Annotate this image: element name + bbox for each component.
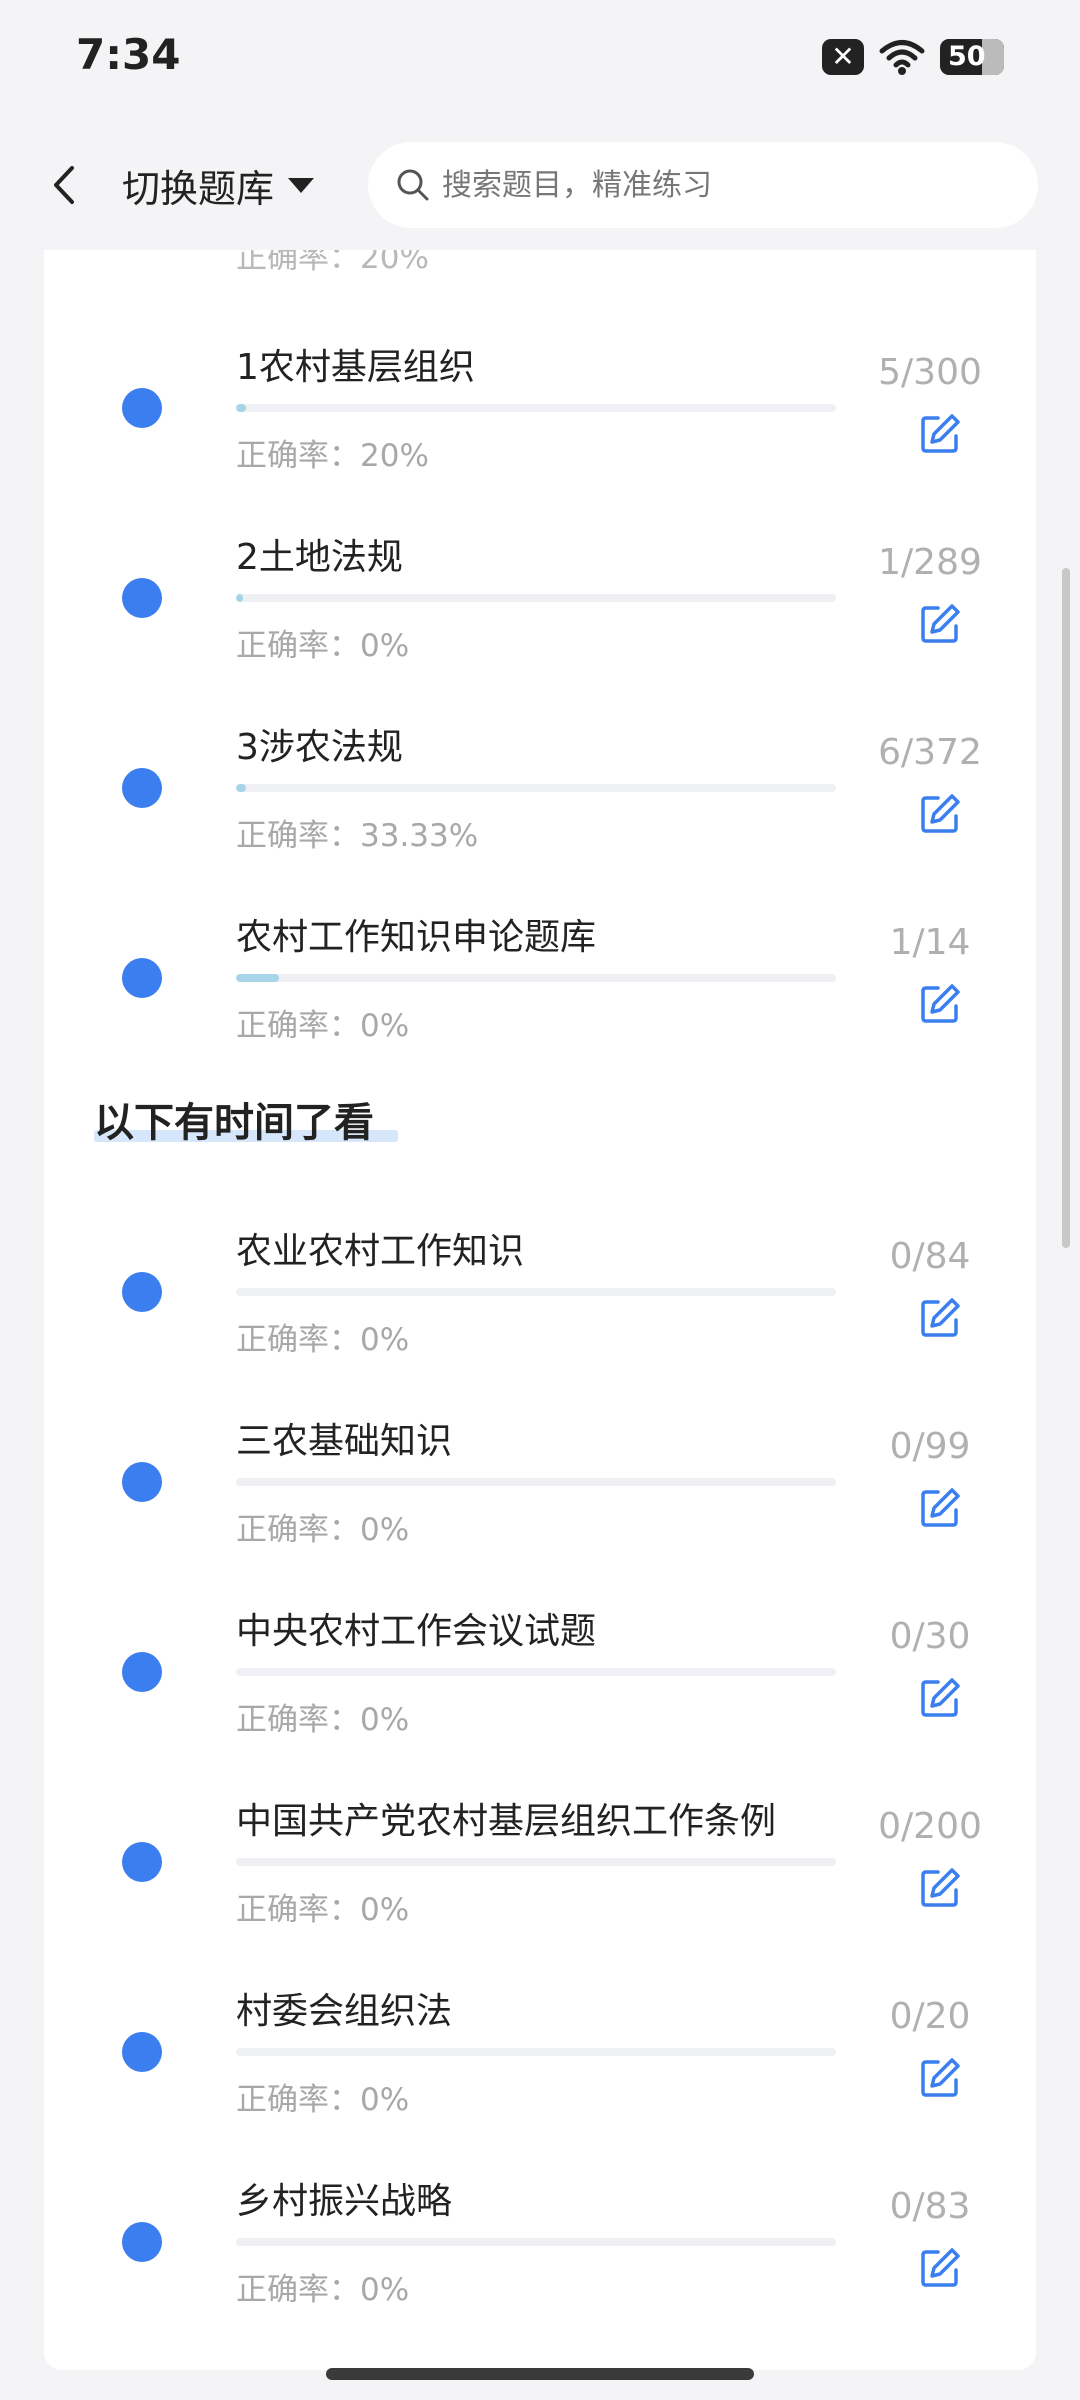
progress-count: 0/99: [889, 1426, 971, 1467]
status-dot: [122, 388, 162, 428]
progress-count: 0/200: [878, 1806, 982, 1847]
progress-count: 0/20: [889, 1996, 971, 2037]
battery-icon: 50: [940, 39, 1004, 75]
progress-count: 0/84: [889, 1236, 971, 1277]
status-dot: [122, 958, 162, 998]
notification-close-icon: ✕: [822, 39, 864, 75]
progress-fill: [236, 974, 279, 982]
item-title: 1农村基层组织: [236, 347, 475, 388]
progress-bar: [236, 2238, 836, 2246]
progress-bar: [236, 784, 836, 792]
progress-bar: [236, 594, 836, 602]
edit-icon[interactable]: [918, 2246, 962, 2290]
accuracy-rate: 正确率：33.33%: [236, 818, 479, 854]
accuracy-rate: 正确率：0%: [236, 628, 410, 664]
status-time: 7:34: [76, 30, 181, 79]
edit-icon[interactable]: [918, 1866, 962, 1910]
status-dot: [122, 2032, 162, 2072]
edit-icon[interactable]: [918, 1676, 962, 1720]
question-bank-item[interactable]: 农村工作知识申论题库正确率：0% 1/14: [44, 892, 1036, 1082]
item-title: 中国共产党农村基层组织工作条例: [236, 1801, 777, 1842]
progress-fill: [236, 784, 246, 792]
status-dot: [122, 1272, 162, 1312]
progress-bar: [236, 1858, 836, 1866]
switch-bank-label: 切换题库: [122, 167, 275, 211]
edit-icon[interactable]: [918, 982, 962, 1026]
progress-count: 1/289: [878, 542, 982, 583]
progress-count: 6/372: [878, 732, 982, 773]
battery-level: 50: [948, 41, 986, 72]
question-bank-item[interactable]: 农业农村工作知识正确率：0% 0/84: [44, 1206, 1036, 1396]
question-bank-item[interactable]: 乡村振兴战略正确率：0% 0/83: [44, 2156, 1036, 2346]
edit-icon[interactable]: [918, 1296, 962, 1340]
progress-fill: [236, 404, 247, 412]
status-dot: [122, 2222, 162, 2262]
status-icons: ✕ 50: [822, 38, 1004, 76]
progress-count: 0/30: [889, 1616, 971, 1657]
question-bank-item[interactable]: 中央农村工作会议试题正确率：0% 0/30: [44, 1586, 1036, 1776]
progress-count: 0/83: [889, 2186, 971, 2227]
progress-bar: [236, 1478, 836, 1486]
item-title: 农业农村工作知识: [236, 1231, 525, 1272]
section-title: 以下有时间了看: [94, 1100, 374, 1146]
question-bank-item[interactable]: 村委会组织法正确率：0% 0/20: [44, 1966, 1036, 2156]
item-title: 农村工作知识申论题库: [236, 917, 597, 958]
top-bar: 切换题库: [0, 120, 1080, 250]
accuracy-rate: 正确率：0%: [236, 1008, 410, 1044]
edit-icon[interactable]: [918, 602, 962, 646]
status-bar: 7:34 ✕ 50: [0, 0, 1080, 120]
item-title: 三农基础知识: [236, 1421, 453, 1462]
question-bank-item[interactable]: 1农村基层组织正确率：20% 5/300: [44, 322, 1036, 512]
progress-bar: [236, 1288, 836, 1296]
item-title: 村委会组织法: [236, 1991, 453, 2032]
edit-icon[interactable]: [918, 412, 962, 456]
question-bank-item[interactable]: 3涉农法规正确率：33.33% 6/372: [44, 702, 1036, 892]
scrollbar[interactable]: [1062, 568, 1070, 1248]
question-bank-item[interactable]: 三农基础知识正确率：0% 0/99: [44, 1396, 1036, 1586]
status-dot: [122, 1652, 162, 1692]
question-bank-item[interactable]: 2土地法规正确率：0% 1/289: [44, 512, 1036, 702]
status-dot: [122, 1462, 162, 1502]
progress-bar: [236, 2048, 836, 2056]
status-dot: [122, 1842, 162, 1882]
switch-bank-dropdown[interactable]: 切换题库: [122, 158, 315, 213]
progress-bar: [236, 974, 836, 982]
item-title: 乡村振兴战略: [236, 2181, 453, 2222]
home-indicator[interactable]: [326, 2368, 754, 2380]
accuracy-rate: 正确率：0%: [236, 1702, 410, 1738]
progress-count: 5/300: [878, 352, 982, 393]
edit-icon[interactable]: [918, 2056, 962, 2100]
back-arrow-icon[interactable]: [44, 160, 84, 210]
accuracy-rate: 正确率：0%: [236, 1322, 410, 1358]
search-icon: [397, 169, 429, 201]
edit-icon[interactable]: [918, 1486, 962, 1530]
status-dot: [122, 768, 162, 808]
item-title: 2土地法规: [236, 537, 403, 578]
progress-bar: [236, 1668, 836, 1676]
progress-count: 1/14: [889, 922, 971, 963]
accuracy-rate: 正确率：0%: [236, 2082, 410, 2118]
status-dot: [122, 578, 162, 618]
edit-icon[interactable]: [918, 792, 962, 836]
accuracy-rate: 正确率：0%: [236, 1512, 410, 1548]
accuracy-rate: 正确率：0%: [236, 1892, 410, 1928]
accuracy-rate: 正确率：20%: [236, 438, 429, 474]
wifi-icon: [879, 40, 925, 75]
caret-down-icon: [288, 178, 315, 193]
item-title: 3涉农法规: [236, 727, 403, 768]
progress-fill: [236, 594, 244, 602]
accuracy-rate: 正确率：0%: [236, 2272, 410, 2308]
search-box[interactable]: [368, 142, 1038, 228]
search-input[interactable]: [440, 166, 1004, 204]
item-title: 中央农村工作会议试题: [236, 1611, 597, 1652]
question-bank-item[interactable]: 中国共产党农村基层组织工作条例正确率：0% 0/200: [44, 1776, 1036, 1966]
progress-bar: [236, 404, 836, 412]
